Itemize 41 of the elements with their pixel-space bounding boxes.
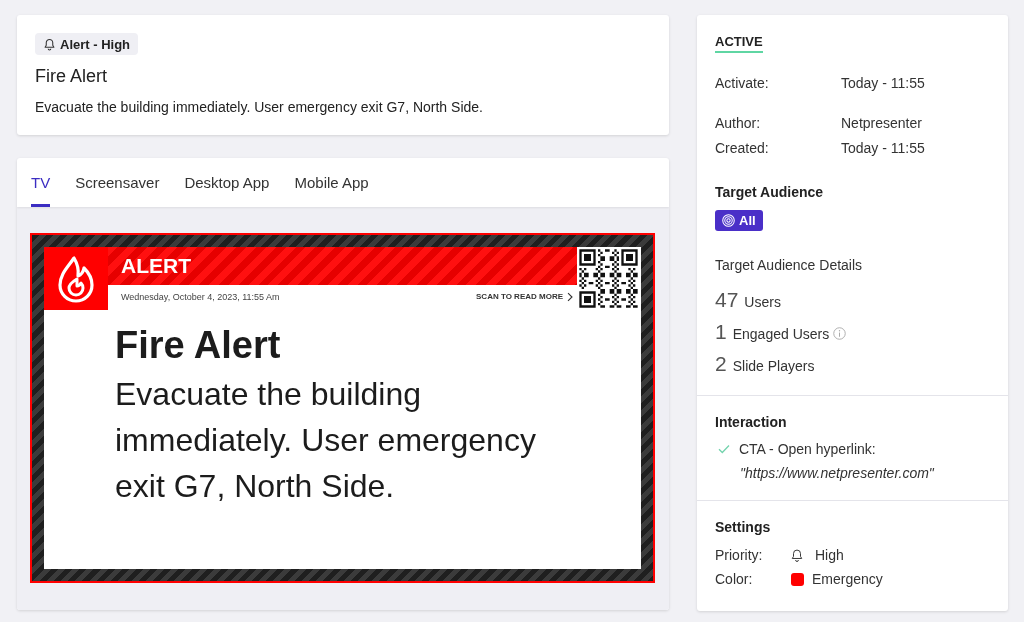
- alert-banner-title: ALERT: [121, 254, 191, 278]
- target-icon: [722, 214, 735, 227]
- setting-label: Priority:: [715, 546, 764, 565]
- interaction-label: CTA - Open hyperlink:: [739, 440, 876, 459]
- setting-label: Color:: [715, 570, 754, 589]
- field-value: Netpresenter: [841, 114, 922, 133]
- audience-tag-text: All: [739, 213, 756, 228]
- field-value: Today - 11:55: [841, 139, 925, 158]
- alert-message: Evacuate the building immediately. User emergency exit G7, North Side.: [35, 98, 483, 117]
- stat-label: Users: [744, 292, 781, 310]
- alert-timestamp: Wednesday, October 4, 2023, 11:55 Am: [121, 291, 280, 302]
- setting-value: Emergency: [812, 570, 883, 589]
- field-label: Activate:: [715, 74, 770, 93]
- info-icon[interactable]: [833, 327, 847, 340]
- section-heading: Settings: [715, 518, 772, 537]
- field-label: Author:: [715, 114, 762, 133]
- setting-value: High: [815, 546, 844, 565]
- alert-tag-text: Alert - High: [60, 36, 131, 52]
- bell-icon: [790, 547, 804, 563]
- section-heading: Target Audience: [715, 183, 824, 202]
- chevron-right-icon: [567, 291, 573, 302]
- alert-title: Fire Alert: [35, 65, 108, 87]
- stat-label: Engaged Users: [732, 324, 830, 342]
- slide-title: Fire Alert: [115, 324, 281, 366]
- slide-message: Evacuate the building immediately. User emergency exit G7, North Side.: [115, 375, 537, 506]
- stat-count: 1: [715, 320, 727, 344]
- field-value: Today - 11:55: [841, 74, 925, 93]
- channel-tab[interactable]: Screensaver: [75, 158, 160, 207]
- field-label: Created:: [715, 139, 770, 158]
- channel-tab[interactable]: Desktop App: [184, 158, 270, 207]
- qr-code-icon: [577, 247, 640, 310]
- channel-tab[interactable]: Mobile App: [294, 158, 369, 207]
- stat-label: Slide Players: [732, 356, 815, 374]
- section-heading: Interaction: [715, 413, 788, 432]
- status-label: ACTIVE: [715, 34, 763, 53]
- section-subheading: Target Audience Details: [715, 256, 863, 275]
- bell-icon: [43, 37, 56, 51]
- stat-count: 2: [715, 352, 727, 376]
- interaction-url: "https://www.netpresenter.com": [739, 464, 935, 483]
- stat-count: 47: [715, 288, 739, 312]
- scan-prompt: SCAN TO READ MORE: [476, 292, 563, 301]
